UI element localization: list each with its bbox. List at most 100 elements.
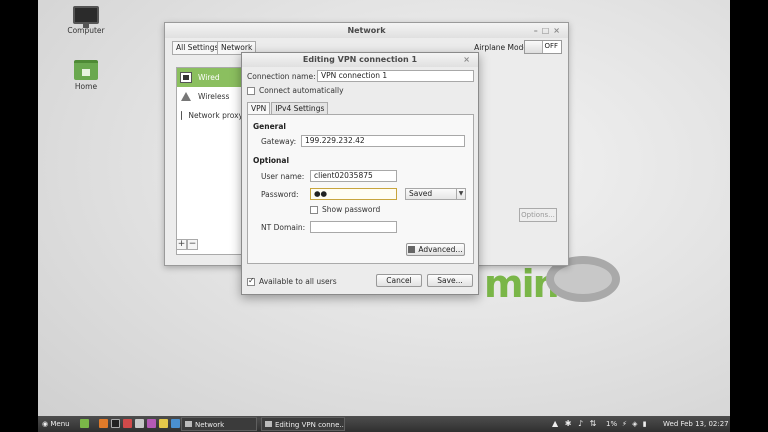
terminal-icon[interactable] (111, 419, 120, 428)
network-status-icon[interactable]: ⇅ (590, 419, 597, 428)
list-buttons: + − (176, 239, 198, 251)
password-row: Password: ●● Saved ▼ (261, 188, 466, 200)
connection-name-field[interactable]: VPN connection 1 (317, 70, 474, 82)
desktop-home-label: Home (74, 82, 98, 91)
maximize-icon[interactable]: □ (542, 26, 554, 35)
taskbar: ◉ Menu Network Editing VPN conne... ▲ ✱ … (38, 416, 730, 432)
gateway-field[interactable]: 199.229.232.42 (301, 135, 465, 147)
show-password-row[interactable]: Show password (310, 205, 380, 214)
battery-icon[interactable]: ▮ (643, 420, 647, 428)
close-icon[interactable]: × (553, 26, 564, 35)
airplane-mode-toggle[interactable]: OFF (524, 40, 562, 54)
wireless-icon (181, 92, 191, 101)
gateway-row: Gateway: 199.229.232.42 (261, 135, 465, 147)
window-controls[interactable]: –□× (534, 23, 564, 38)
desktop: Computer Home mint Network –□× All Setti… (38, 0, 730, 432)
available-all-checkbox[interactable] (247, 276, 255, 286)
firefox-icon[interactable] (99, 419, 108, 428)
toggle-knob (525, 41, 543, 53)
sidebar-item-network-proxy[interactable]: Network proxy (177, 106, 243, 125)
show-password-label: Show password (322, 205, 381, 214)
username-field[interactable]: client02035875 (310, 170, 397, 182)
settings-icon (408, 246, 416, 253)
options-button[interactable]: Options... (519, 208, 557, 222)
menu-label: Menu (50, 420, 70, 428)
taskbar-item-label: Editing VPN conne... (275, 421, 345, 429)
update-shield-icon[interactable]: ◈ (632, 420, 637, 428)
optional-heading: Optional (253, 156, 290, 165)
nt-domain-row: NT Domain: (261, 221, 397, 233)
close-icon[interactable]: × (463, 53, 474, 67)
connect-auto-label: Connect automatically (259, 86, 344, 95)
wired-icon (180, 72, 192, 83)
remove-connection-button[interactable]: − (187, 239, 198, 250)
desktop-home[interactable]: Home (56, 60, 116, 91)
nt-domain-label: NT Domain: (261, 222, 306, 232)
breadcrumb-all-settings[interactable]: All Settings (172, 41, 223, 55)
nt-domain-field[interactable] (310, 221, 397, 233)
taskbar-item-vpn-editor[interactable]: Editing VPN conne... (261, 417, 345, 431)
sidebar-item-label: Wired (198, 73, 220, 82)
airplane-toggle-state: OFF (544, 42, 558, 50)
airplane-mode-label: Airplane Mode (474, 43, 528, 52)
network-titlebar[interactable]: Network –□× (165, 23, 568, 38)
password-storage-select[interactable]: Saved ▼ (405, 188, 466, 200)
taskbar-item-label: Network (195, 421, 225, 429)
advanced-button[interactable]: Advanced... (406, 243, 465, 256)
network-device-list: Wired Wireless Network proxy (176, 67, 244, 255)
sidebar-item-wireless[interactable]: Wireless (177, 87, 243, 106)
available-all-row[interactable]: Available to all users (247, 276, 337, 286)
password-storage-value: Saved (409, 189, 433, 198)
taskbar-item-network[interactable]: Network (181, 417, 257, 431)
connect-auto-row[interactable]: Connect automatically (247, 86, 344, 95)
password-field[interactable]: ●● (310, 188, 397, 200)
clock[interactable]: Wed Feb 13, 02:27 (663, 416, 729, 432)
add-connection-button[interactable]: + (176, 239, 187, 250)
home-folder-icon (74, 60, 98, 80)
chevron-down-icon: ▼ (456, 189, 465, 199)
battery-percent: 1% (606, 420, 618, 428)
desktop-computer[interactable]: Computer (56, 6, 116, 35)
available-all-label: Available to all users (259, 277, 337, 286)
menu-button[interactable]: ◉ Menu (42, 416, 70, 432)
power-icon[interactable]: ⚡ (622, 420, 627, 428)
general-heading: General (253, 122, 286, 131)
computer-icon (73, 6, 99, 28)
sidebar-item-wired[interactable]: Wired (177, 68, 243, 87)
chevron-up-icon[interactable]: ▲ (552, 419, 558, 428)
tray-icons: ⚡ ◈ ▮ (622, 416, 647, 432)
username-label: User name: (261, 171, 305, 181)
advanced-button-label: Advanced... (418, 245, 463, 254)
vpn-tab-panel: General Gateway: 199.229.232.42 Optional… (247, 114, 474, 264)
volume-icon[interactable]: ♪ (578, 419, 583, 428)
vpn-dialog: Editing VPN connection 1 × Connection na… (241, 52, 479, 295)
vpn-dialog-title: Editing VPN connection 1 (302, 55, 418, 64)
mint-menu-icon: ◉ (42, 420, 49, 428)
app-icon[interactable] (171, 419, 180, 428)
minimize-icon[interactable]: – (534, 26, 542, 35)
settings-icon[interactable] (135, 419, 144, 428)
cancel-button[interactable]: Cancel (376, 274, 422, 287)
gateway-label: Gateway: (261, 136, 297, 146)
network-window-icon (185, 421, 192, 427)
dialog-window-icon (265, 421, 272, 427)
sidebar-item-label: Network proxy (188, 111, 243, 120)
save-button[interactable]: Save... (427, 274, 473, 287)
connection-name-label: Connection name: (247, 71, 316, 81)
network-title: Network (347, 26, 386, 35)
system-tray: ▲ ✱ ♪ ⇅ (552, 416, 596, 432)
files-icon[interactable] (159, 419, 168, 428)
show-desktop-icon[interactable] (80, 419, 89, 428)
connect-auto-checkbox[interactable] (247, 86, 255, 95)
connection-name-row: Connection name: VPN connection 1 (247, 70, 474, 82)
username-row: User name: client02035875 (261, 170, 397, 182)
sidebar-item-label: Wireless (198, 92, 230, 101)
media-icon[interactable] (147, 419, 156, 428)
tab-ipv4-settings[interactable]: IPv4 Settings (271, 102, 329, 114)
vpn-titlebar[interactable]: Editing VPN connection 1 × (242, 53, 478, 67)
battery-indicator[interactable]: 1% (606, 416, 617, 432)
password-label: Password: (261, 189, 299, 199)
show-password-checkbox[interactable] (310, 205, 318, 214)
app-icon[interactable] (123, 419, 132, 428)
bluetooth-icon[interactable]: ✱ (565, 419, 572, 428)
